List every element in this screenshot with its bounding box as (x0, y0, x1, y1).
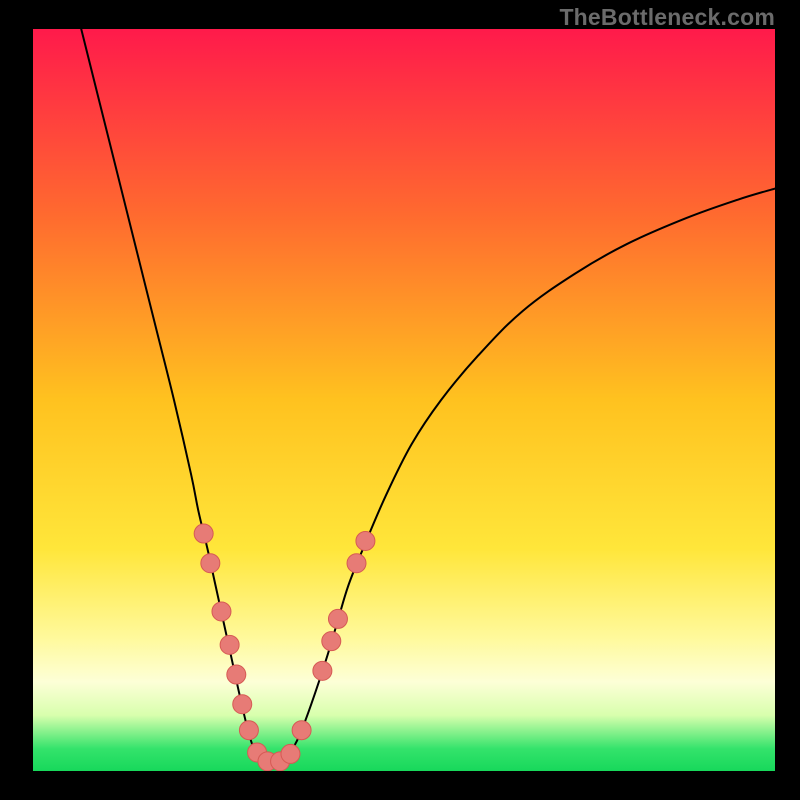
data-marker (322, 632, 341, 651)
data-marker (239, 721, 258, 740)
data-marker (201, 554, 220, 573)
watermark: TheBottleneck.com (559, 4, 775, 31)
data-marker (292, 721, 311, 740)
data-marker (281, 744, 300, 763)
data-marker (313, 661, 332, 680)
data-marker (347, 554, 366, 573)
data-marker (227, 665, 246, 684)
chart-frame: TheBottleneck.com (0, 0, 800, 800)
data-marker (212, 602, 231, 621)
data-marker (220, 635, 239, 654)
data-marker (233, 695, 252, 714)
data-marker (328, 609, 347, 628)
gradient-background (33, 29, 775, 771)
data-marker (356, 531, 375, 550)
data-marker (194, 524, 213, 543)
plot-area (33, 29, 775, 771)
chart-svg (33, 29, 775, 771)
